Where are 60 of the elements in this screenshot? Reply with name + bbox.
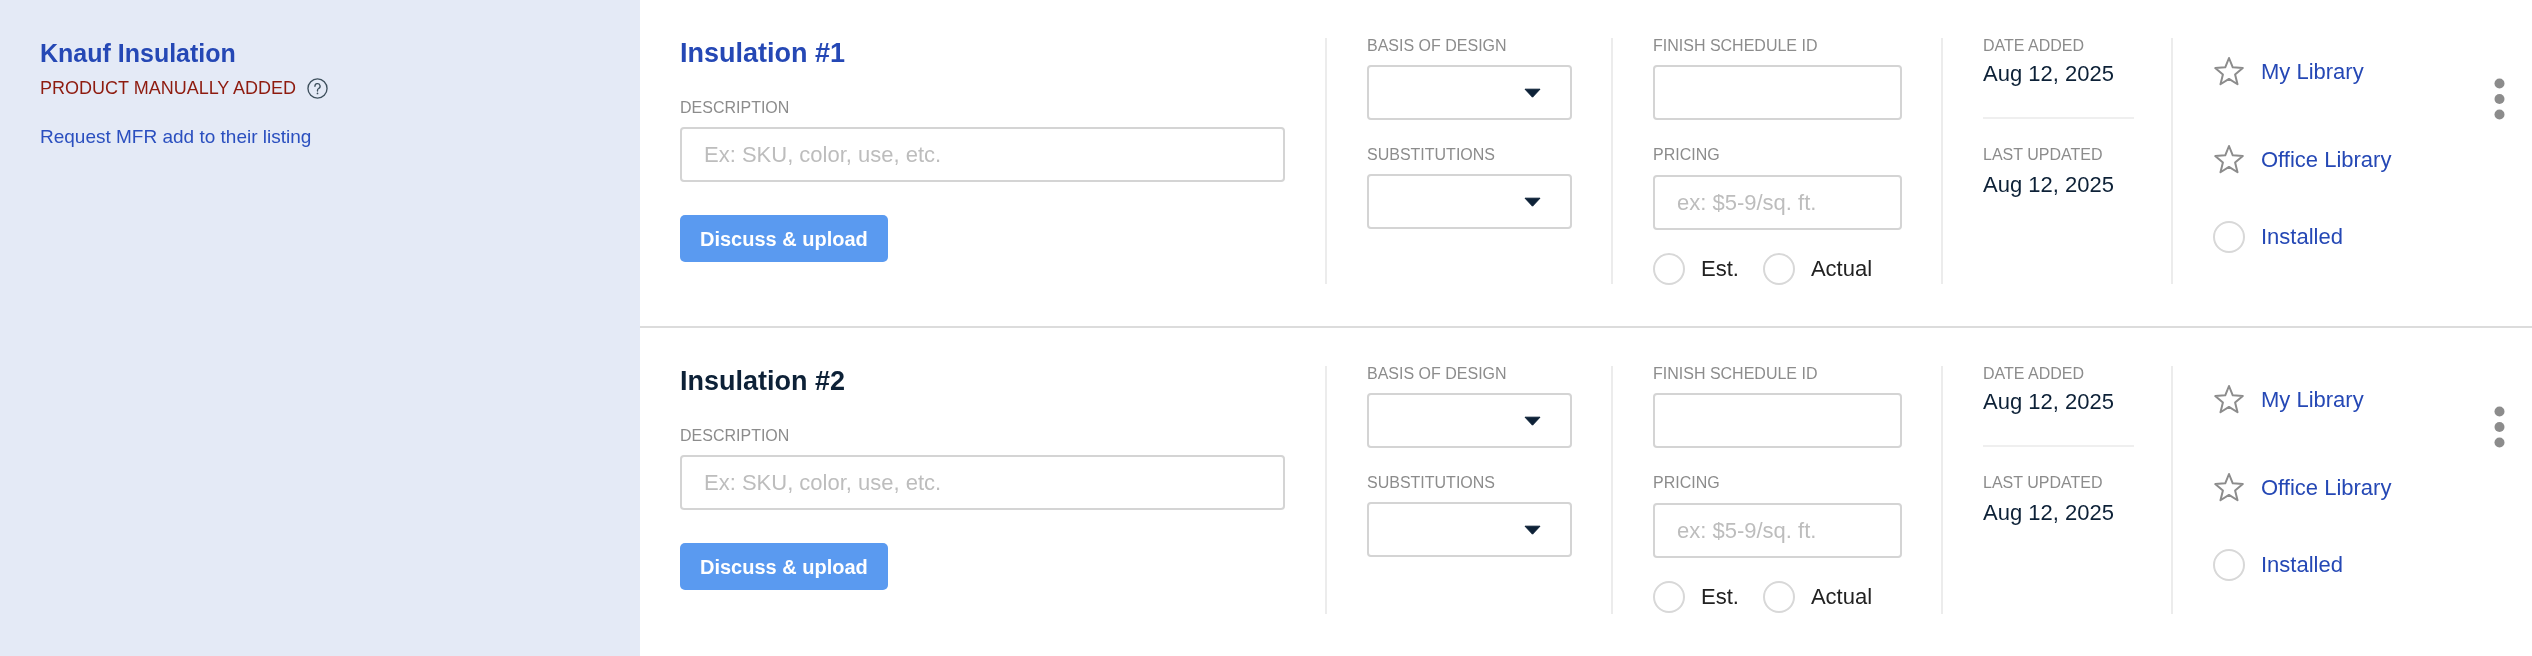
status-link[interactable]: Installed: [2261, 223, 2343, 250]
date-value: Aug 12, 2025: [1983, 389, 2115, 415]
field-label: SUBSTITUTIONS: [1367, 475, 1496, 491]
more-options-icon[interactable]: [2494, 78, 2505, 120]
date-value: Aug 12, 2025: [1983, 61, 2115, 87]
radio-button[interactable]: [2213, 220, 2245, 253]
radio-label: Est.: [1701, 256, 1739, 282]
star-icon[interactable]: [2213, 384, 2245, 415]
manufacturer-name: Knauf Insulation: [40, 38, 237, 68]
field-label: PRICING: [1653, 475, 1721, 491]
field-label: BASIS OF DESIGN: [1367, 366, 1508, 382]
field-label: DESCRIPTION: [680, 100, 791, 116]
field-label: FINISH SCHEDULE ID: [1653, 38, 1819, 54]
field-label: FINISH SCHEDULE ID: [1653, 366, 1819, 382]
radio-label: Actual: [1810, 584, 1873, 610]
product-title[interactable]: Insulation #1: [680, 38, 1285, 69]
library-link[interactable]: Office Library: [2261, 146, 2392, 173]
field-label: DATE ADDED: [1983, 38, 2086, 54]
caret-icon: [1524, 196, 1541, 207]
radio-label: Est.: [1701, 584, 1739, 610]
caret-icon: [1524, 524, 1541, 535]
dropdown-field[interactable]: [1367, 174, 1572, 229]
caret-icon: [1524, 415, 1541, 426]
field-label: DESCRIPTION: [680, 428, 791, 444]
help-icon[interactable]: [307, 77, 329, 99]
pricing-field[interactable]: ex: $5-9/sq. ft.: [1653, 175, 1902, 230]
field-label: LAST UPDATED: [1983, 475, 2104, 491]
status-label: PRODUCT MANUALLY ADDED: [40, 77, 297, 99]
date-value: Aug 12, 2025: [1983, 500, 2115, 526]
star-icon[interactable]: [2213, 472, 2245, 503]
dropdown-field[interactable]: [1367, 502, 1572, 557]
request-link[interactable]: Request MFR add to their listing: [40, 125, 312, 148]
library-link[interactable]: Office Library: [2261, 474, 2392, 501]
pricing-field[interactable]: ex: $5-9/sq. ft.: [1653, 503, 1902, 558]
library-link[interactable]: My Library: [2261, 386, 2364, 413]
description-field[interactable]: Ex: SKU, color, use, etc.: [680, 455, 1285, 510]
dropdown-field[interactable]: [1367, 393, 1572, 448]
radio-button[interactable]: [1762, 253, 1795, 285]
library-link[interactable]: My Library: [2261, 58, 2364, 85]
radio-button[interactable]: [1762, 581, 1795, 613]
radio-button[interactable]: [1653, 253, 1685, 285]
radio-button[interactable]: [1653, 581, 1685, 613]
radio-button[interactable]: [2213, 548, 2245, 581]
field-label: BASIS OF DESIGN: [1367, 38, 1508, 54]
product-title[interactable]: Insulation #2: [680, 366, 1285, 397]
dropdown-field[interactable]: [1367, 65, 1572, 120]
field-label: SUBSTITUTIONS: [1367, 147, 1496, 163]
date-value: Aug 12, 2025: [1983, 172, 2115, 198]
field-label: DATE ADDED: [1983, 366, 2086, 382]
field-label: PRICING: [1653, 147, 1721, 163]
star-icon[interactable]: [2213, 56, 2245, 87]
caret-icon: [1524, 87, 1541, 98]
finish-schedule-id-field[interactable]: [1653, 393, 1902, 448]
finish-schedule-id-field[interactable]: [1653, 65, 1902, 120]
field-label: LAST UPDATED: [1983, 147, 2104, 163]
description-field[interactable]: Ex: SKU, color, use, etc.: [680, 127, 1285, 182]
more-options-icon[interactable]: [2494, 406, 2505, 448]
status-link[interactable]: Installed: [2261, 551, 2343, 578]
star-icon[interactable]: [2213, 144, 2245, 175]
radio-label: Actual: [1810, 256, 1873, 282]
